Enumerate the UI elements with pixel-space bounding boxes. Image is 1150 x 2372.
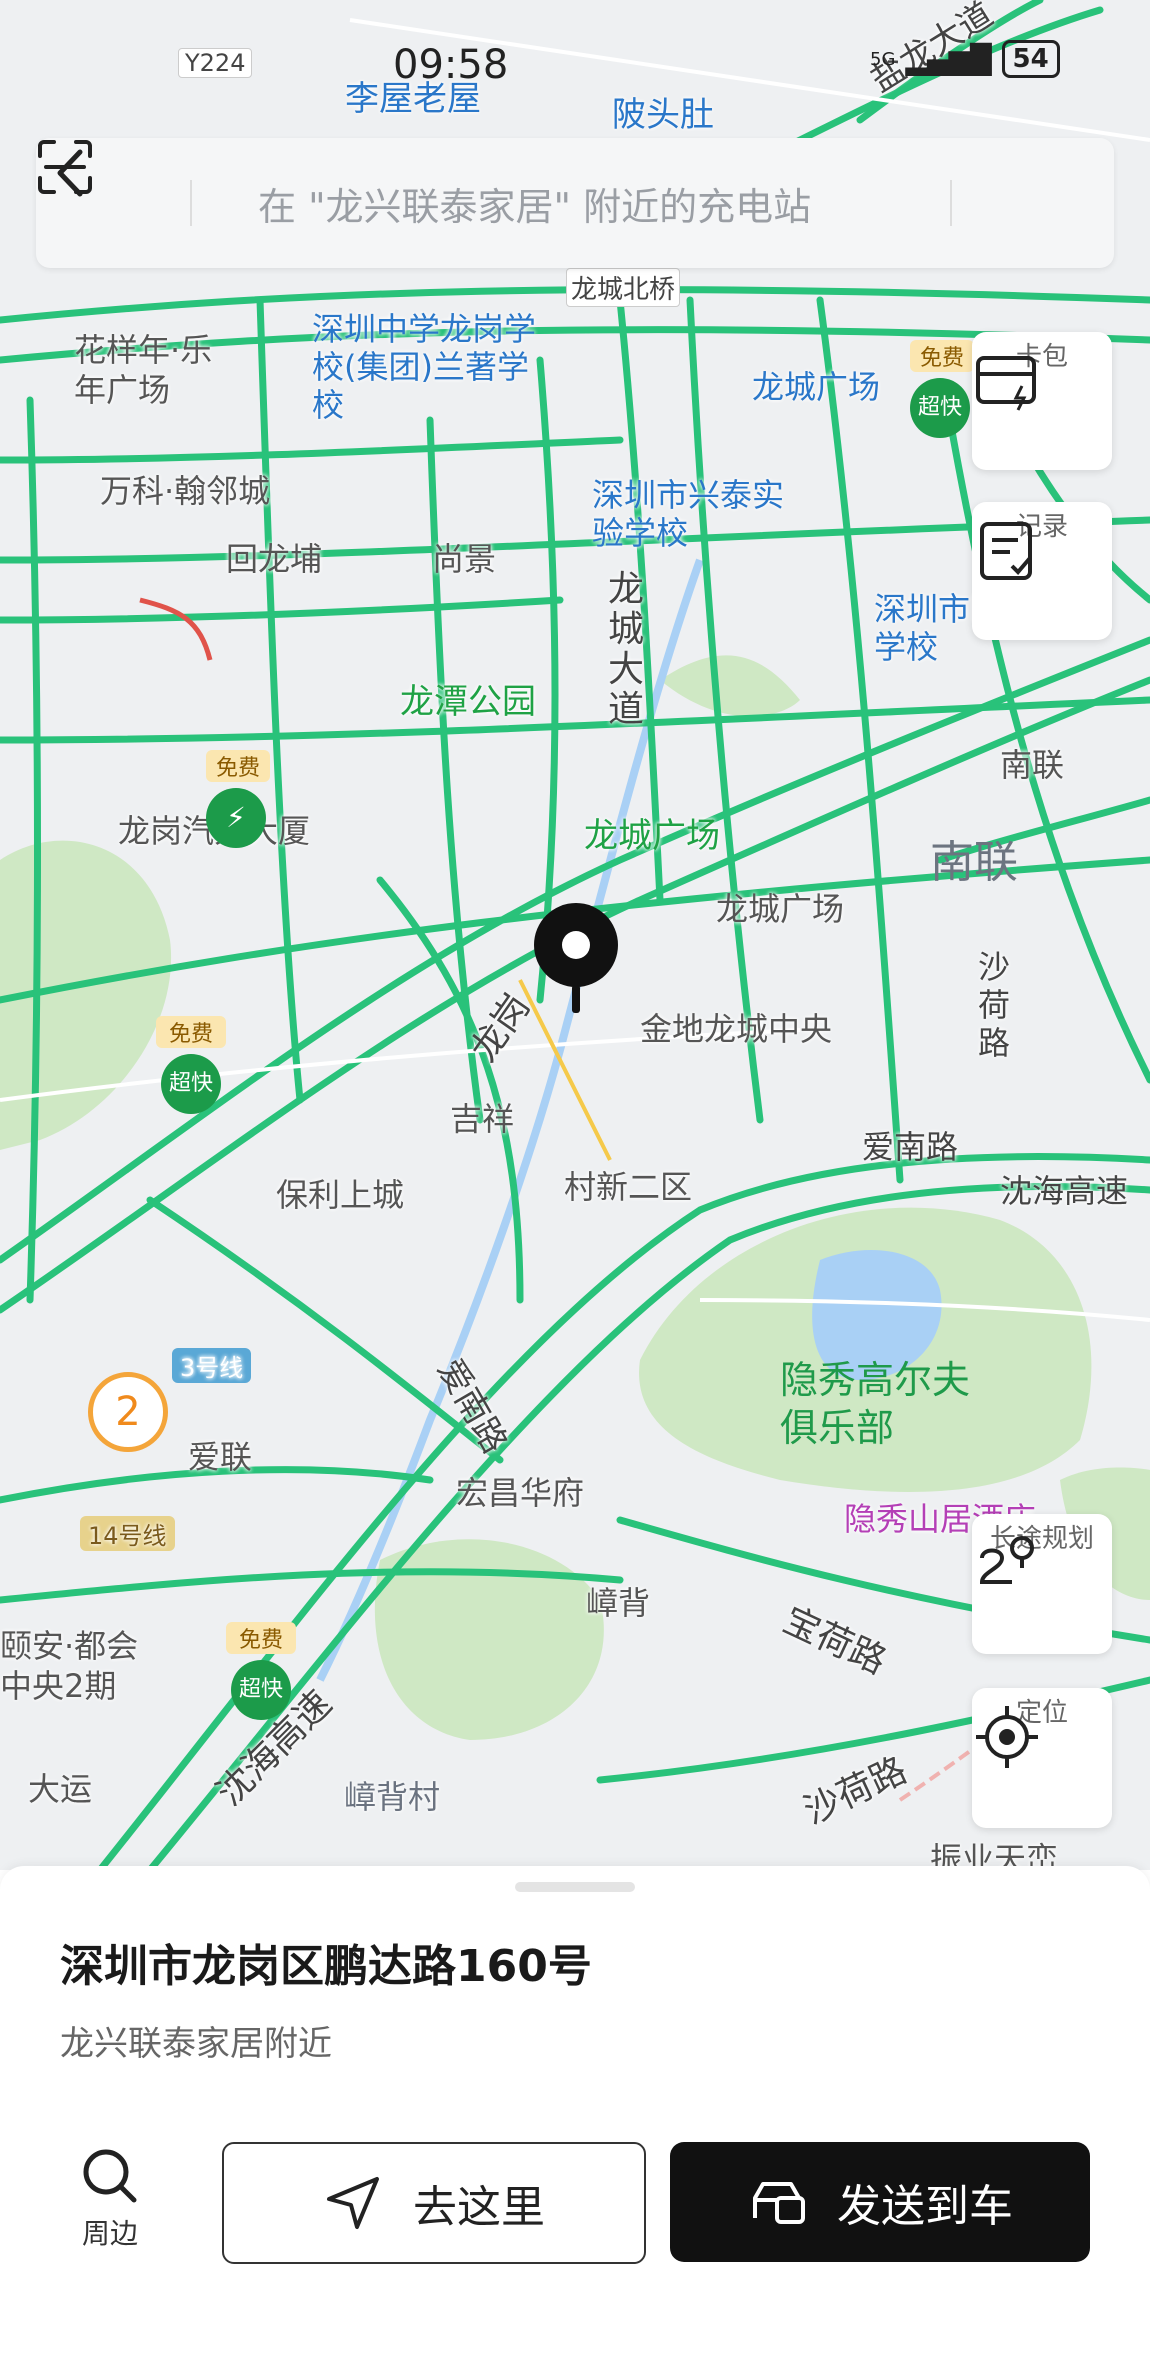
charger-icon: ⚡	[206, 788, 266, 848]
poi-label: 村新二区	[564, 1168, 693, 1206]
network-label: 5G	[870, 48, 896, 70]
nearby-button[interactable]: 周边	[60, 2144, 160, 2252]
line-label: 3号线	[172, 1348, 252, 1383]
poi-label[interactable]: 花样年·乐年广场	[74, 330, 224, 410]
metro-label[interactable]: 大运	[28, 1764, 92, 1810]
map-view[interactable]: 李屋老屋 陂头肚 盐龙大道 Y224 龙城北桥 花样年·乐年广场 深圳中学龙岗学…	[0, 0, 1150, 1870]
search-icon	[83, 2149, 137, 2203]
records-button[interactable]: 记录	[972, 502, 1112, 640]
road-label: 沙荷路	[978, 948, 1011, 1062]
road-label: 嶂背村	[344, 1778, 441, 1816]
poi-label[interactable]: 陂头肚	[612, 96, 714, 134]
metro-label[interactable]: 龙城广场	[716, 884, 844, 930]
road-label: 龙城北桥	[566, 268, 681, 307]
nearby-label: 周边	[81, 2217, 138, 2250]
wallet-button[interactable]: 卡包	[972, 332, 1112, 470]
charger-marker[interactable]: 免费 超快	[910, 340, 974, 438]
super-fast-icon: 超快	[161, 1054, 221, 1114]
metro-label[interactable]: 爱联	[188, 1432, 252, 1478]
road-label: 沈海高速	[1000, 1172, 1129, 1210]
divider	[950, 180, 952, 226]
super-fast-icon: 超快	[910, 378, 970, 438]
wallet-icon	[976, 356, 1036, 411]
metro-label[interactable]: 南联	[1000, 740, 1064, 786]
status-time: 09:58	[393, 42, 509, 88]
free-tag: 免费	[156, 1016, 226, 1048]
locate-button[interactable]: 定位	[972, 1688, 1112, 1828]
park-label[interactable]: 龙城广场	[584, 808, 720, 857]
signal-icon: ▂▄▆█	[905, 42, 992, 76]
locate-icon	[976, 1706, 1038, 1768]
super-fast-icon: 超快	[231, 1660, 291, 1720]
road-label: Y224	[178, 48, 253, 78]
records-icon	[980, 522, 1032, 580]
route-plan-icon	[979, 1536, 1034, 1584]
divider	[190, 180, 192, 226]
drag-handle[interactable]	[515, 1882, 635, 1892]
route-plan-button[interactable]: 长途规划	[972, 1514, 1112, 1654]
poi-label[interactable]: 宏昌华府	[456, 1468, 584, 1514]
poi-label[interactable]: 颐安·都会中央2期	[0, 1626, 160, 1706]
poi-label[interactable]: 振业天峦	[930, 1834, 1058, 1870]
go-here-label: 去这里	[413, 2182, 545, 2233]
search-bar[interactable]: 在 "龙兴联泰家居" 附近的充电站	[36, 138, 1114, 268]
send-to-car-button[interactable]: 发送到车	[670, 2142, 1090, 2262]
free-tag: 免费	[910, 340, 974, 372]
battery-indicator: 54	[1001, 40, 1060, 78]
search-input[interactable]: 在 "龙兴联泰家居" 附近的充电站	[258, 176, 811, 231]
school-label[interactable]: 深圳市兴泰实验学校	[592, 476, 792, 552]
send-to-car-label: 发送到车	[837, 2181, 1013, 2232]
navigate-arrow-icon	[327, 2177, 379, 2229]
poi-label[interactable]: 万科·翰邻城	[100, 466, 270, 512]
area-label: 南联	[930, 837, 1018, 888]
road-label: 龙城大道	[608, 569, 645, 730]
status-icons: 5G ▂▄▆█ 54	[870, 40, 1060, 78]
poi-label[interactable]: 保利上城	[276, 1170, 404, 1216]
metro-exit-badge[interactable]: 2	[88, 1372, 168, 1452]
scan-icon[interactable]	[36, 138, 94, 196]
free-tag: 免费	[226, 1622, 296, 1654]
poi-label[interactable]: 金地龙城中央	[640, 1004, 832, 1050]
send-to-car-icon	[753, 2182, 805, 2224]
school-label[interactable]: 深圳中学龙岗学校(集团)兰著学校	[312, 310, 552, 424]
metro-label[interactable]: 回龙埔	[226, 534, 322, 580]
metro-label[interactable]: 尚景	[432, 534, 496, 580]
metro-label[interactable]: 吉祥	[450, 1094, 514, 1140]
exit-number: 2	[115, 1389, 141, 1435]
poi-label: 龙城广场	[752, 368, 881, 406]
road-label: 爱南路	[862, 1128, 959, 1166]
charger-marker[interactable]: 免费 超快	[226, 1622, 296, 1720]
charger-marker[interactable]: 免费 超快	[156, 1016, 226, 1114]
charger-marker[interactable]: 免费 ⚡	[206, 750, 270, 848]
free-tag: 免费	[206, 750, 270, 782]
location-sheet[interactable]: 深圳市龙岗区鹏达路160号 龙兴联泰家居附近 周边 去这里 发送到车	[0, 1866, 1150, 2372]
metro-label[interactable]: 嶂背	[586, 1578, 650, 1624]
line-label: 14号线	[80, 1516, 175, 1551]
go-here-button[interactable]: 去这里	[222, 2142, 646, 2264]
address-title: 深圳市龙岗区鹏达路160号	[60, 1941, 592, 1992]
park-label[interactable]: 龙潭公园	[400, 674, 536, 723]
park-label[interactable]: 隐秀高尔夫俱乐部	[780, 1356, 980, 1452]
address-subtitle: 龙兴联泰家居附近	[60, 2024, 332, 2064]
